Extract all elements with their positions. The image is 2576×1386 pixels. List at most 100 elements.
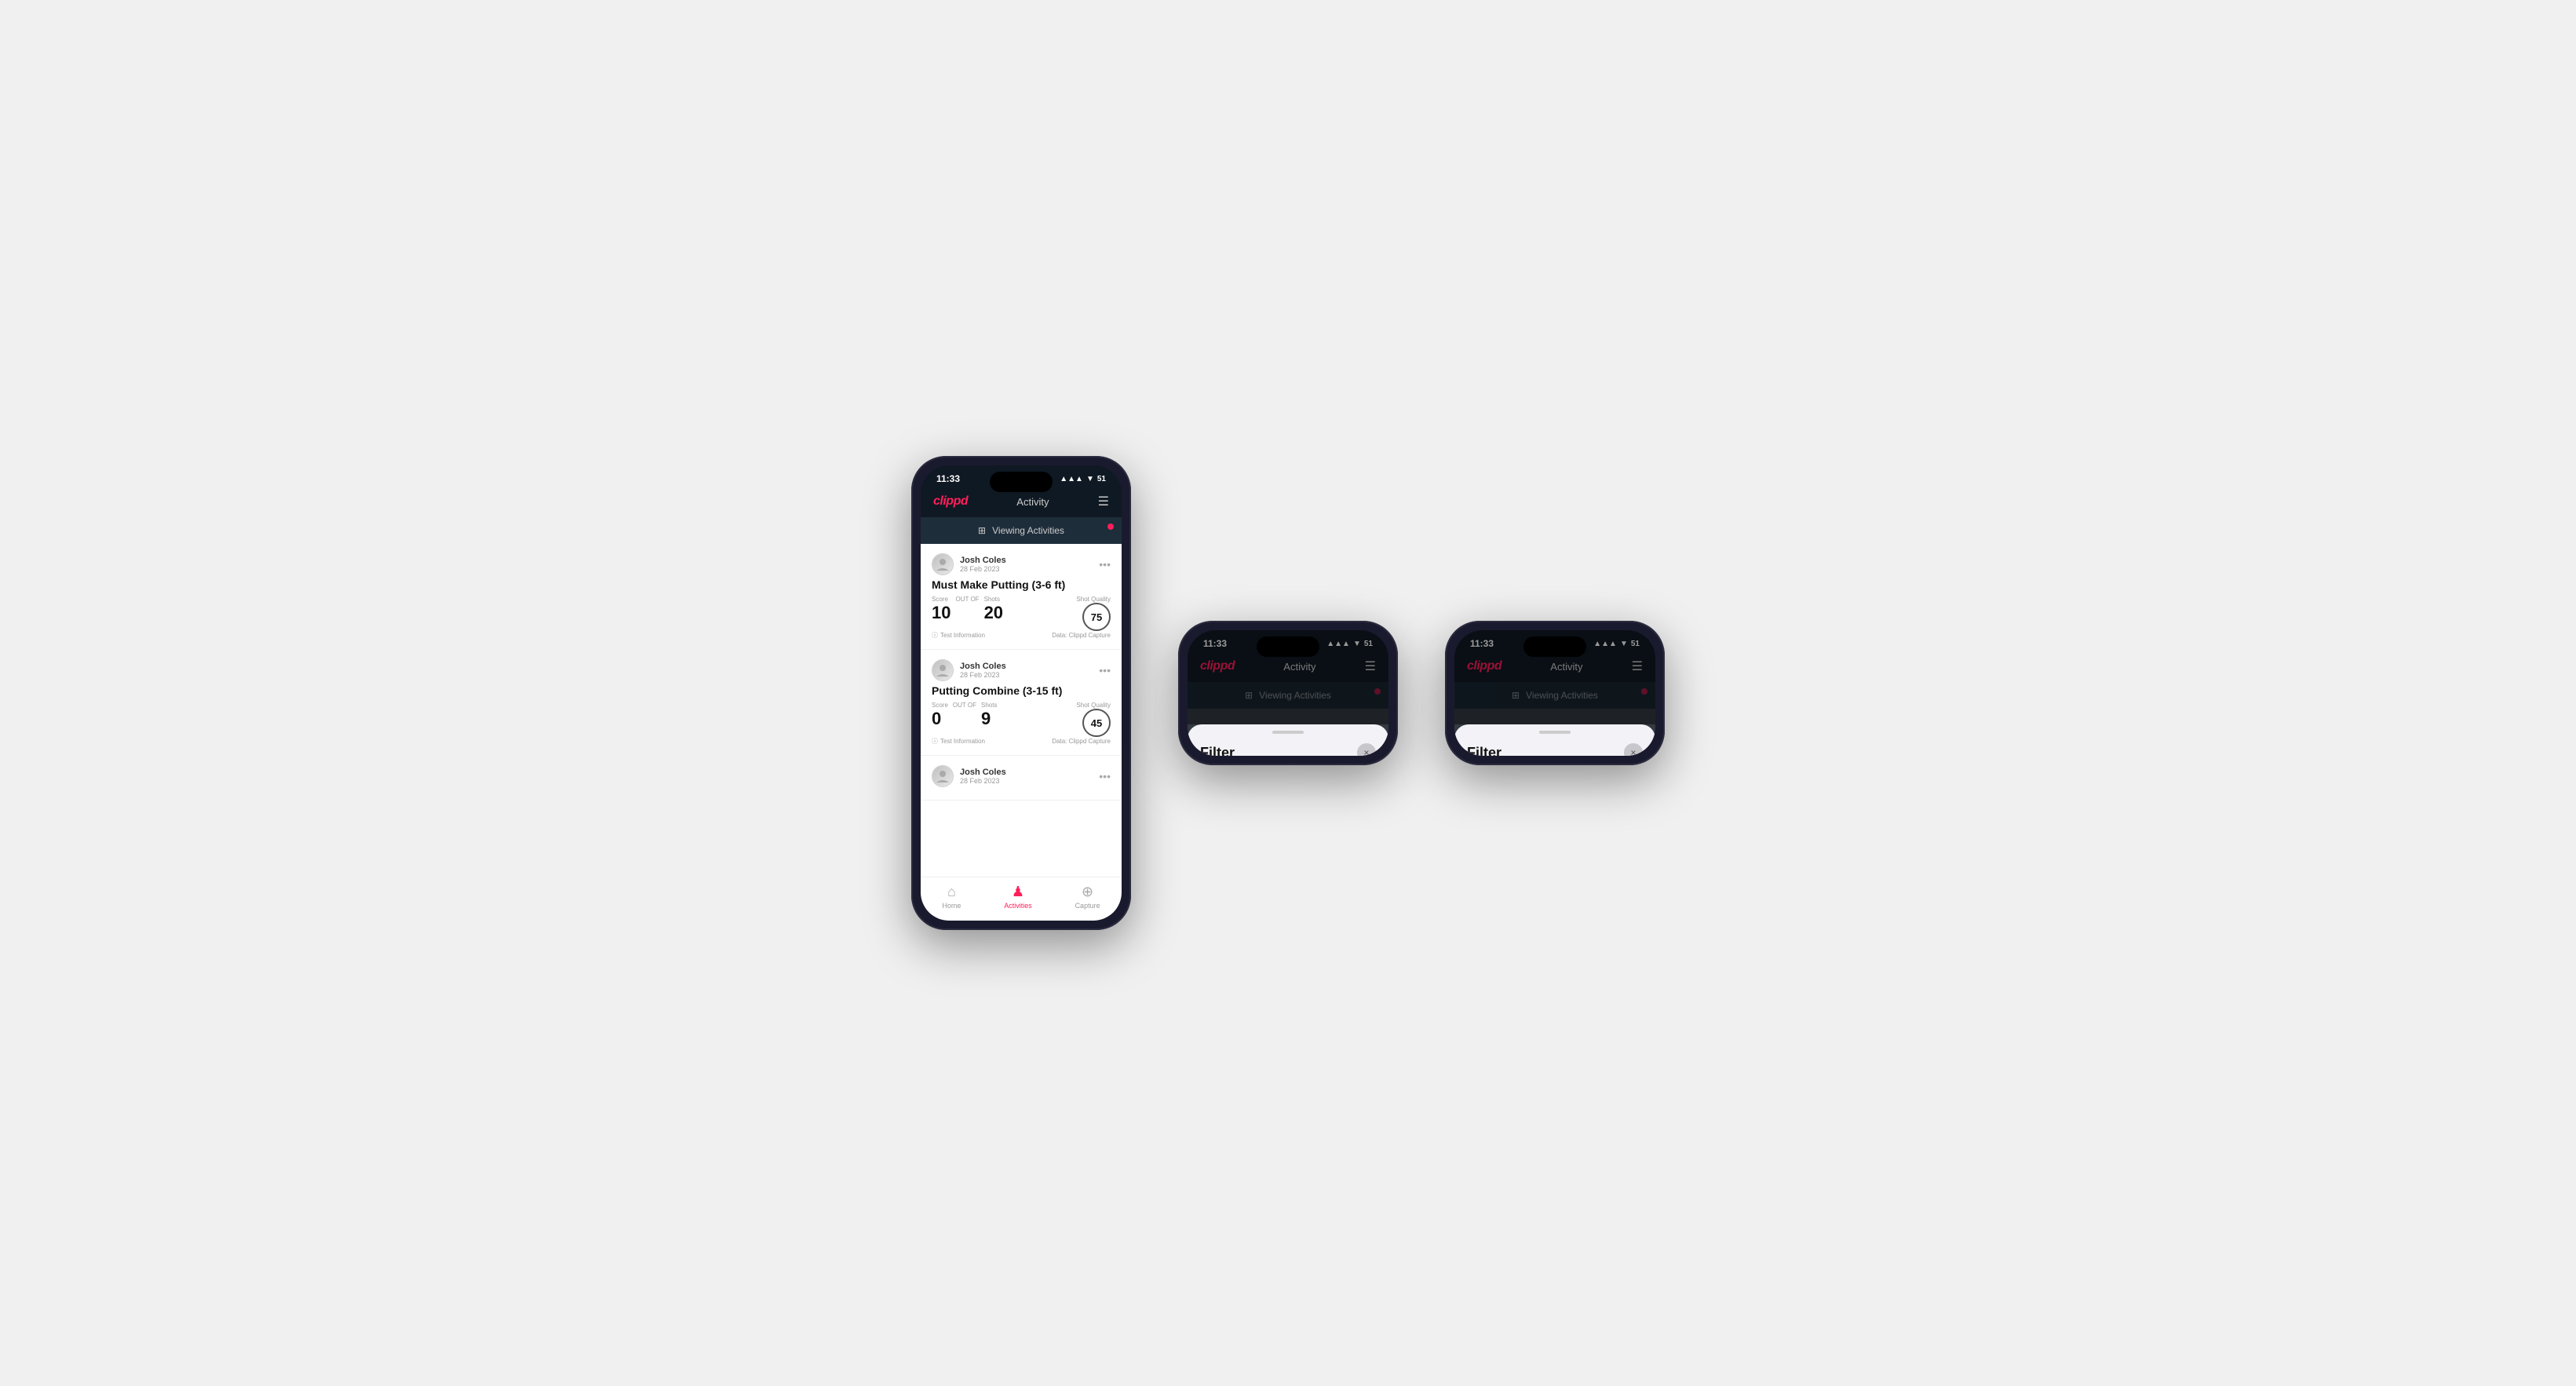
user-name-3: Josh Coles	[960, 768, 1006, 777]
signal-icon-1: ▲▲▲	[1060, 475, 1083, 483]
stats-container-2: Score 0 OUT OF Shots 9	[932, 702, 1111, 737]
shots-group-1: Shots 20	[984, 596, 1003, 623]
filter-sheet-3: Filter × Show Rounds Practice Drills Pra…	[1454, 724, 1655, 756]
user-info-3: Josh Coles 28 Feb 2023	[932, 765, 1006, 787]
battery-icon-1: 51	[1097, 475, 1106, 483]
filter-handle-3	[1539, 731, 1571, 734]
data-source-1: Data: Clippd Capture	[1052, 632, 1111, 639]
data-source-2: Data: Clippd Capture	[1052, 738, 1111, 745]
user-date-1: 28 Feb 2023	[960, 565, 1006, 573]
out-of-1: OUT OF	[955, 596, 979, 603]
info-icon-1: ⓘ	[932, 631, 938, 640]
capture-icon-1: ⊕	[1082, 884, 1093, 900]
user-info-2: Josh Coles 28 Feb 2023	[932, 659, 1006, 681]
avatar-inner-2	[932, 660, 953, 680]
user-details-1: Josh Coles 28 Feb 2023	[960, 556, 1006, 573]
activity-footer-1: ⓘ Test Information Data: Clippd Capture	[932, 631, 1111, 640]
phone-2: 11:33 ▲▲▲ ▼ 51 clippd Activity ☰ ⊞ Viewi…	[1178, 621, 1398, 765]
filter-header-2: Filter ×	[1188, 737, 1388, 756]
activity-item-3[interactable]: Josh Coles 28 Feb 2023 •••	[921, 756, 1122, 801]
out-of-2: OUT OF	[953, 702, 976, 709]
capture-label-1: Capture	[1075, 902, 1100, 910]
activity-title-1: Must Make Putting (3-6 ft)	[932, 578, 1111, 591]
status-time-1: 11:33	[936, 473, 960, 484]
filter-overlay-2: Filter × Show Rounds Practice Drills Rou…	[1188, 630, 1388, 756]
filter-icon-1: ⊞	[978, 525, 986, 536]
filter-handle-2	[1272, 731, 1304, 734]
activity-title-2: Putting Combine (3-15 ft)	[932, 684, 1111, 697]
filter-close-btn-2[interactable]: ×	[1357, 743, 1376, 756]
shots-label-1: Shots	[984, 596, 1003, 603]
filter-dim-3	[1454, 630, 1655, 724]
avatar-inner-1	[932, 554, 953, 574]
more-dots-3[interactable]: •••	[1099, 770, 1111, 782]
home-label-1: Home	[942, 902, 961, 910]
shot-quality-badge-2: 45	[1082, 709, 1111, 737]
viewing-bar-text-1: Viewing Activities	[992, 525, 1064, 536]
user-name-1: Josh Coles	[960, 556, 1006, 565]
menu-icon-1[interactable]: ☰	[1098, 494, 1109, 509]
home-icon-1: ⌂	[947, 884, 956, 900]
filter-close-btn-3[interactable]: ×	[1624, 743, 1643, 756]
score-group-1: Score 10	[932, 596, 950, 623]
stats-row-2: Score 0 OUT OF Shots 9	[932, 702, 997, 729]
activity-item-2[interactable]: Josh Coles 28 Feb 2023 ••• Putting Combi…	[921, 650, 1122, 756]
nav-capture-1[interactable]: ⊕ Capture	[1075, 884, 1100, 910]
scene: 11:33 ▲▲▲ ▼ 51 clippd Activity ☰ ⊞ Viewi…	[864, 409, 1712, 977]
shot-quality-badge-1: 75	[1082, 603, 1111, 631]
activity-item-1-header: Josh Coles 28 Feb 2023 •••	[932, 553, 1111, 575]
phone-1-screen: 11:33 ▲▲▲ ▼ 51 clippd Activity ☰ ⊞ Viewi…	[921, 465, 1122, 921]
shots-label-2: Shots	[981, 702, 997, 709]
stats-left-2: Score 0 OUT OF Shots 9	[932, 702, 997, 734]
phone-3-screen: 11:33 ▲▲▲ ▼ 51 clippd Activity ☰ ⊞ Viewi…	[1454, 630, 1655, 756]
notification-dot-1	[1107, 523, 1114, 530]
filter-overlay-3: Filter × Show Rounds Practice Drills Pra…	[1454, 630, 1655, 756]
phone-3: 11:33 ▲▲▲ ▼ 51 clippd Activity ☰ ⊞ Viewi…	[1445, 621, 1665, 765]
user-name-2: Josh Coles	[960, 662, 1006, 671]
activities-icon-1: ♟	[1012, 884, 1024, 900]
avatar-inner-3	[932, 766, 953, 786]
status-icons-1: ▲▲▲ ▼ 51	[1060, 475, 1106, 483]
filter-handle-bar-3	[1454, 724, 1655, 737]
phone-2-screen: 11:33 ▲▲▲ ▼ 51 clippd Activity ☰ ⊞ Viewi…	[1188, 630, 1388, 756]
bottom-nav-1: ⌂ Home ♟ Activities ⊕ Capture	[921, 877, 1122, 921]
activity-item-3-header: Josh Coles 28 Feb 2023 •••	[932, 765, 1111, 787]
nav-activities-1[interactable]: ♟ Activities	[1004, 884, 1032, 910]
test-info-1: ⓘ Test Information	[932, 631, 985, 640]
screen-content-1: Josh Coles 28 Feb 2023 ••• Must Make Put…	[921, 544, 1122, 921]
more-dots-1[interactable]: •••	[1099, 558, 1111, 571]
user-date-2: 28 Feb 2023	[960, 671, 1006, 679]
shots-value-2: 9	[981, 709, 991, 728]
user-date-3: 28 Feb 2023	[960, 777, 1006, 785]
stats-left-1: Score 10 OUT OF Shots 20	[932, 596, 1003, 628]
more-dots-2[interactable]: •••	[1099, 664, 1111, 677]
user-details-2: Josh Coles 28 Feb 2023	[960, 662, 1006, 679]
score-label-2: Score	[932, 702, 948, 709]
score-group-2: Score 0	[932, 702, 948, 729]
header-title-1: Activity	[1016, 496, 1049, 508]
shot-quality-label-1: Shot Quality	[1076, 596, 1111, 603]
filter-dim-2	[1188, 630, 1388, 724]
wifi-icon-1: ▼	[1086, 475, 1094, 483]
filter-header-3: Filter ×	[1454, 737, 1655, 756]
shot-quality-group-1: Shot Quality 75	[1076, 596, 1111, 631]
shots-value-1: 20	[984, 603, 1003, 622]
score-label-1: Score	[932, 596, 950, 603]
stats-container-1: Score 10 OUT OF Shots 20	[932, 596, 1111, 631]
test-info-2: ⓘ Test Information	[932, 737, 985, 746]
dynamic-island-1	[990, 472, 1053, 492]
viewing-bar-1[interactable]: ⊞ Viewing Activities	[921, 517, 1122, 544]
avatar-1	[932, 553, 954, 575]
user-details-3: Josh Coles 28 Feb 2023	[960, 768, 1006, 785]
activity-footer-2: ⓘ Test Information Data: Clippd Capture	[932, 737, 1111, 746]
shot-quality-group-2: Shot Quality 45	[1076, 702, 1111, 737]
score-value-1: 10	[932, 603, 950, 622]
filter-title-2: Filter	[1200, 745, 1235, 757]
activity-list-1: Josh Coles 28 Feb 2023 ••• Must Make Put…	[921, 544, 1122, 877]
phone-1: 11:33 ▲▲▲ ▼ 51 clippd Activity ☰ ⊞ Viewi…	[911, 456, 1131, 930]
filter-title-3: Filter	[1467, 745, 1501, 757]
shots-group-2: Shots 9	[981, 702, 997, 729]
nav-home-1[interactable]: ⌂ Home	[942, 884, 961, 910]
activity-item-1[interactable]: Josh Coles 28 Feb 2023 ••• Must Make Put…	[921, 544, 1122, 650]
filter-sheet-2: Filter × Show Rounds Practice Drills Rou…	[1188, 724, 1388, 756]
